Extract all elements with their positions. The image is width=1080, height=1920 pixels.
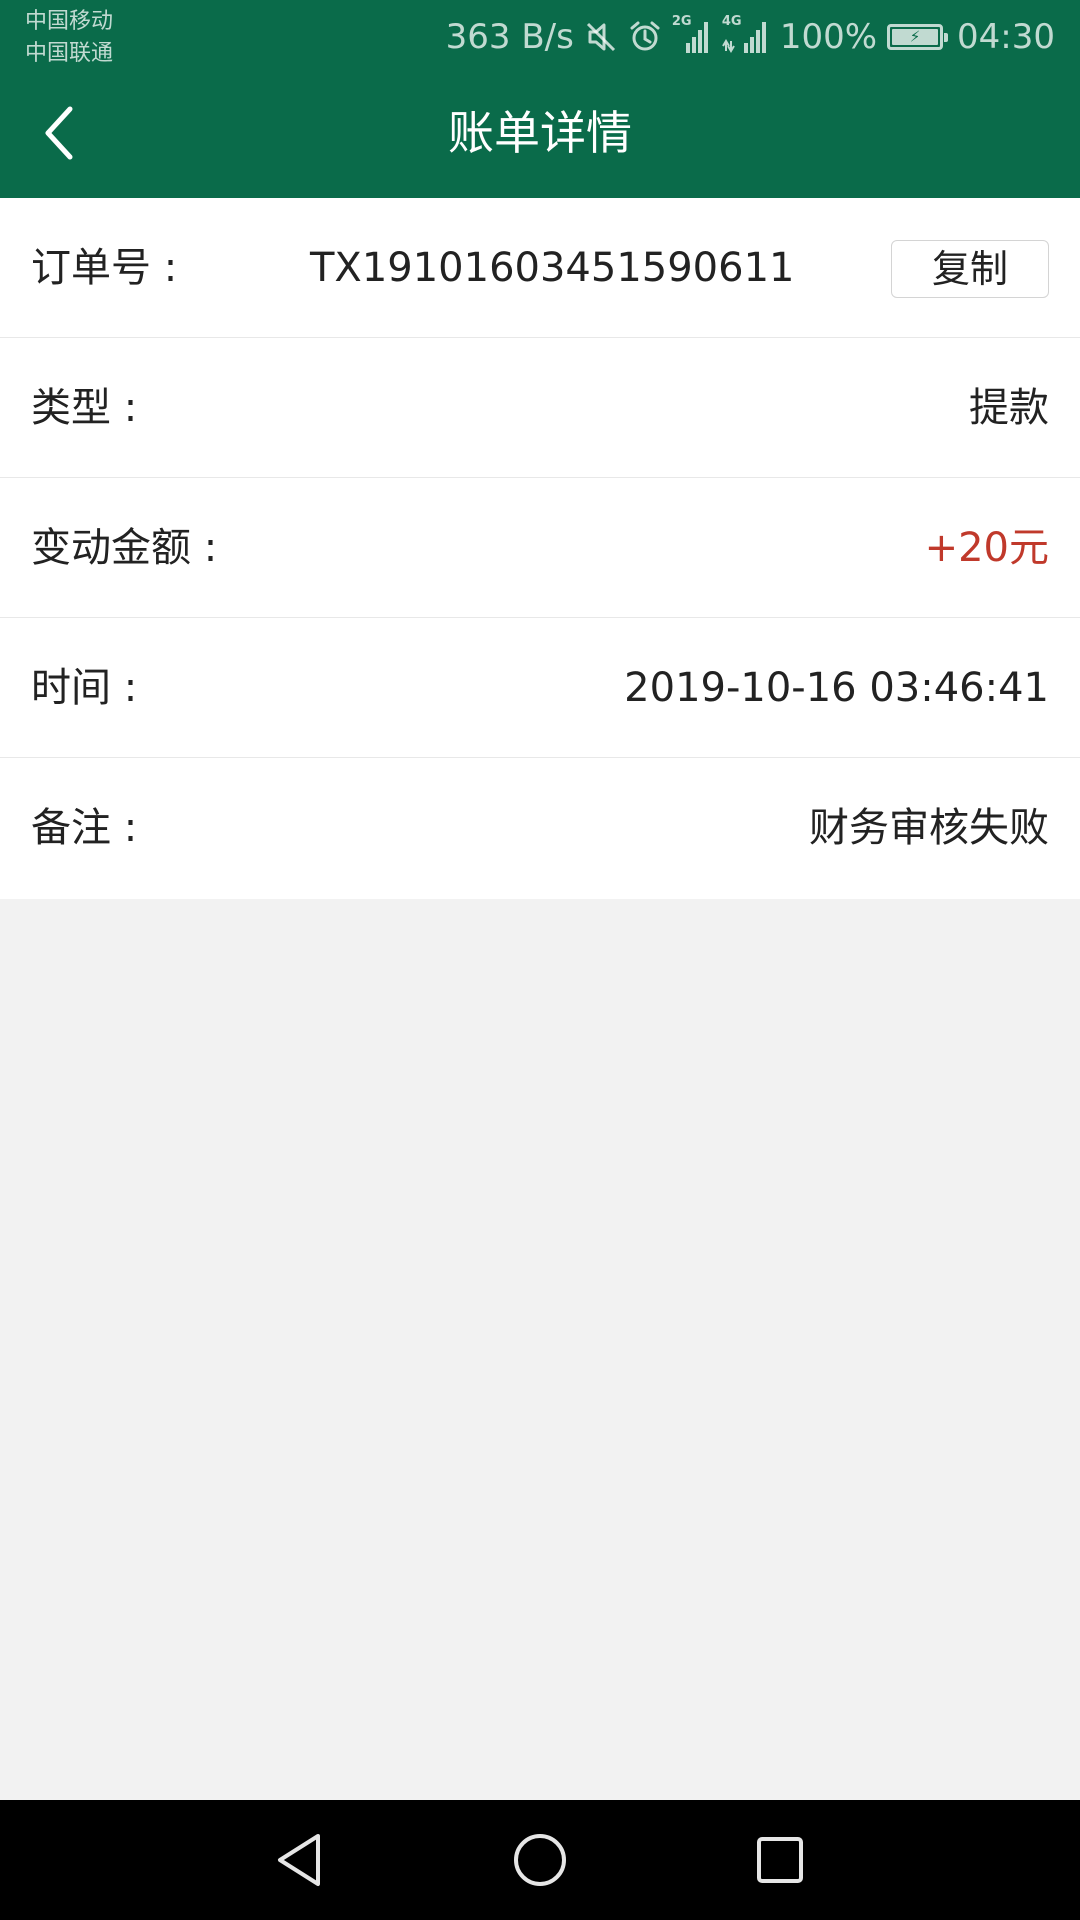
order-number: TX19101603451590611 [310,245,795,291]
status-indicators: 363 B/s 2G 4G 100% ⚡ 04:30 [446,14,1055,60]
alarm-icon [628,20,662,54]
carrier-info: 中国移动 中国联通 [25,6,113,70]
remark-label: 备注 : [31,805,138,851]
time-value: 2019-10-16 03:46:41 [624,665,1049,711]
time-label: 时间 : [31,665,138,711]
remark-value: 财务审核失败 [809,805,1049,851]
battery-percent: 100% [779,17,878,57]
time-row: 时间 : 2019-10-16 03:46:41 [0,618,1080,758]
charging-icon: ⚡ [909,27,921,46]
order-row: 订单号 : TX19101603451590611 复制 [0,198,1080,338]
amount-value: +20元 [924,525,1049,571]
signal-icon: 4G [722,15,770,55]
battery-icon: ⚡ [887,24,949,50]
page-title: 账单详情 [448,106,632,160]
amount-label: 变动金额 : [31,525,218,571]
carrier-1: 中国移动 [25,9,114,34]
carrier-2: 中国联通 [25,41,114,66]
type-label: 类型 : [31,385,138,431]
app-header: 中国移动 中国联通 363 B/s 2G 4G 100% ⚡ 04:30 账单详… [0,0,1080,198]
signal-icon: 2G [672,15,712,55]
back-triangle-icon [278,1834,320,1886]
signal-2-tag: 4G [721,14,742,29]
mute-icon [584,20,618,54]
type-row: 类型 : 提款 [0,338,1080,478]
order-label: 订单号 : [31,245,178,291]
amount-row: 变动金额 : +20元 [0,478,1080,618]
system-nav-bar [0,1800,1080,1920]
net-speed: 363 B/s [445,17,574,57]
status-bar: 中国移动 中国联通 363 B/s 2G 4G 100% ⚡ 04:30 [0,0,1080,75]
remark-row: 备注 : 财务审核失败 [0,758,1080,899]
nav-home-button[interactable] [510,1830,570,1890]
signal-1-tag: 2G [671,14,692,29]
home-circle-icon [514,1834,566,1886]
type-value: 提款 [969,385,1049,431]
recents-square-icon [757,1837,803,1883]
status-time: 04:30 [957,17,1055,57]
nav-recents-button[interactable] [750,1830,810,1890]
title-bar: 账单详情 [0,75,1080,198]
nav-back-button[interactable] [270,1830,330,1890]
copy-button[interactable]: 复制 [891,240,1049,298]
bill-detail-list: 订单号 : TX19101603451590611 复制 类型 : 提款 变动金… [0,198,1080,899]
